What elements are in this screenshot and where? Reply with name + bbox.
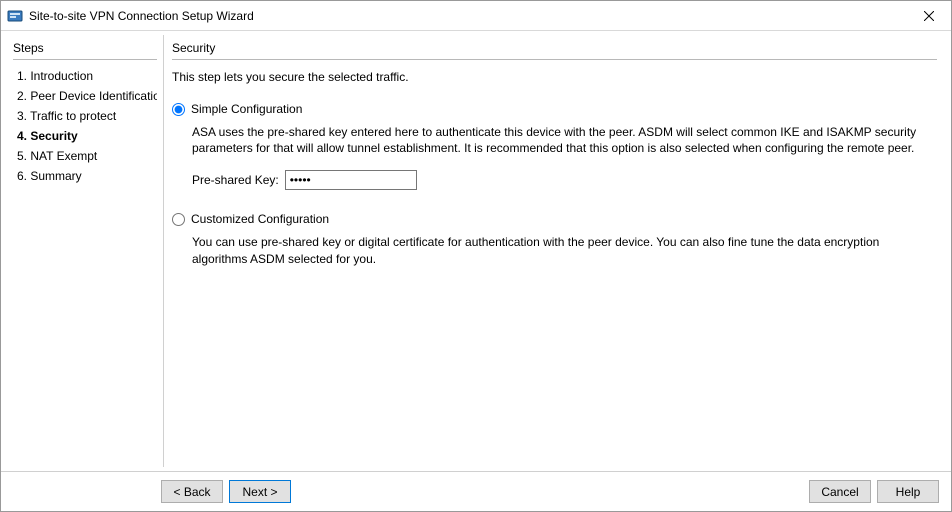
help-button[interactable]: Help bbox=[877, 480, 939, 503]
cancel-button[interactable]: Cancel bbox=[809, 480, 871, 503]
steps-sidebar: Steps 1. Introduction 2. Peer Device Ide… bbox=[1, 31, 163, 471]
content-intro: This step lets you secure the selected t… bbox=[172, 70, 937, 84]
step-introduction[interactable]: 1. Introduction bbox=[13, 66, 157, 86]
simple-config-radio[interactable] bbox=[172, 103, 185, 116]
psk-label: Pre-shared Key: bbox=[192, 173, 279, 187]
wizard-window: Site-to-site VPN Connection Setup Wizard… bbox=[0, 0, 952, 512]
simple-config-desc: ASA uses the pre-shared key entered here… bbox=[192, 124, 937, 156]
title-bar: Site-to-site VPN Connection Setup Wizard bbox=[1, 1, 951, 31]
custom-config-option[interactable]: Customized Configuration bbox=[172, 212, 937, 226]
back-button[interactable]: < Back bbox=[161, 480, 223, 503]
wizard-body: Steps 1. Introduction 2. Peer Device Ide… bbox=[1, 31, 951, 471]
step-security[interactable]: 4. Security bbox=[13, 126, 157, 146]
step-summary[interactable]: 6. Summary bbox=[13, 166, 157, 186]
close-button[interactable] bbox=[906, 1, 951, 30]
simple-config-option[interactable]: Simple Configuration bbox=[172, 102, 937, 116]
custom-config-radio[interactable] bbox=[172, 213, 185, 226]
content-header: Security bbox=[172, 41, 937, 60]
content-pane: Security This step lets you secure the s… bbox=[164, 31, 951, 471]
app-icon bbox=[7, 8, 23, 24]
custom-config-label: Customized Configuration bbox=[191, 212, 329, 226]
window-title: Site-to-site VPN Connection Setup Wizard bbox=[29, 9, 906, 23]
step-peer-device[interactable]: 2. Peer Device Identificatio bbox=[13, 86, 157, 106]
wizard-footer: < Back Next > Cancel Help bbox=[1, 471, 951, 511]
close-icon bbox=[924, 11, 934, 21]
simple-config-label: Simple Configuration bbox=[191, 102, 302, 116]
step-traffic[interactable]: 3. Traffic to protect bbox=[13, 106, 157, 126]
psk-input[interactable] bbox=[285, 170, 417, 190]
next-button[interactable]: Next > bbox=[229, 480, 291, 503]
custom-config-desc: You can use pre-shared key or digital ce… bbox=[192, 234, 937, 266]
psk-row: Pre-shared Key: bbox=[192, 170, 937, 190]
step-nat-exempt[interactable]: 5. NAT Exempt bbox=[13, 146, 157, 166]
steps-header: Steps bbox=[13, 41, 157, 60]
